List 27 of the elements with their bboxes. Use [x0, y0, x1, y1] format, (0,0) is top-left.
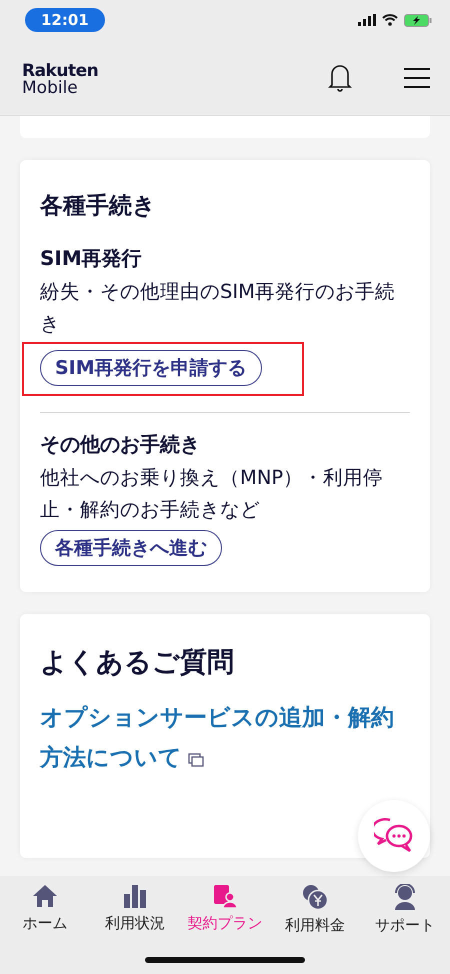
tab[interactable]: サポート [360, 884, 450, 935]
logo[interactable]: Rakuten Mobile [22, 62, 98, 96]
notification-button[interactable] [328, 62, 352, 92]
faq-link[interactable]: オプションサービスの追加・解約方法について [40, 698, 410, 778]
tab[interactable]: 利用状況 [90, 884, 180, 935]
wifi-icon [382, 14, 398, 26]
tab[interactable]: 利用料金 [270, 884, 360, 935]
battery-icon [404, 14, 432, 26]
tab[interactable]: ホーム [0, 884, 90, 935]
chat-bubbles-icon [374, 818, 414, 854]
procedure-heading: SIM再発行 [40, 245, 143, 272]
procedure-description: 紛失・その他理由のSIM再発行のお手続き [40, 279, 396, 337]
document-person-icon [213, 884, 237, 908]
status-time: 12:01 [25, 8, 105, 32]
bar-chart-icon [123, 884, 147, 908]
headset-person-icon [393, 884, 417, 910]
coins-icon [302, 884, 328, 910]
menu-button[interactable] [404, 66, 430, 88]
procedure-heading: その他のお手続き [40, 431, 201, 458]
tab[interactable]: 契約プラン [180, 884, 270, 935]
signal-icon [358, 14, 376, 26]
home-icon [32, 884, 58, 908]
section-title: 各種手続き [40, 192, 157, 221]
procedure-button[interactable]: 各種手続きへ進む [40, 530, 222, 566]
procedure-button[interactable]: SIM再発行を申請する [40, 350, 262, 386]
section-title: よくあるご質問 [40, 646, 235, 680]
procedure-description: 他社へのお乗り換え（MNP）・利用停止・解約のお手続きなど [40, 465, 384, 523]
